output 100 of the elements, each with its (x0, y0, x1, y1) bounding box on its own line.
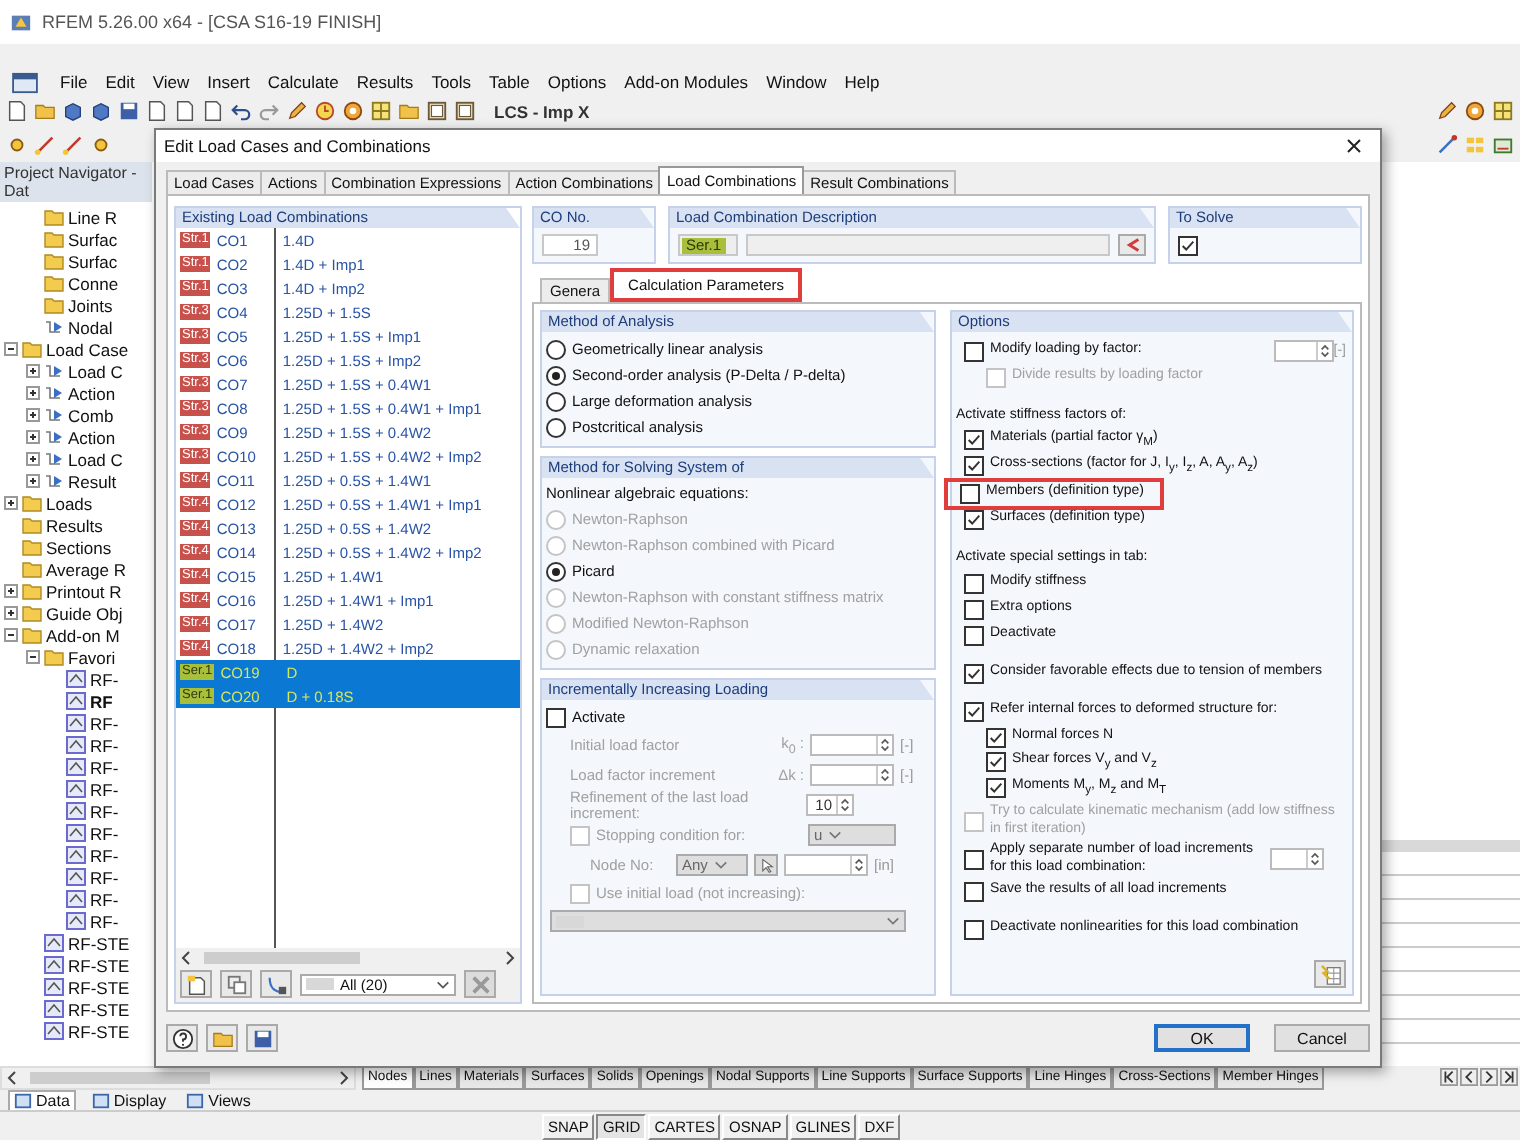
menu-item[interactable]: Window (766, 72, 827, 92)
tree-item[interactable]: Average R (46, 559, 127, 579)
tree-item[interactable]: Sections (46, 537, 112, 557)
collapse-icon[interactable] (26, 650, 40, 664)
tree-item[interactable]: Action (68, 383, 116, 403)
tree-item[interactable]: RF (90, 691, 113, 711)
target-icon[interactable] (342, 100, 364, 122)
next-icon[interactable] (1480, 1068, 1498, 1086)
copy-button[interactable] (220, 970, 252, 998)
window-icon[interactable] (1492, 133, 1514, 155)
horizontal-scrollbar[interactable] (0, 1066, 356, 1090)
grid-icon[interactable] (370, 100, 392, 122)
tree-item[interactable]: Printout R (46, 581, 122, 601)
tree-item[interactable]: Surfac (68, 229, 118, 249)
description-field[interactable] (746, 234, 1110, 256)
pencil-icon[interactable] (286, 100, 308, 122)
expand-icon[interactable] (26, 364, 40, 378)
tree-item[interactable]: Comb (68, 405, 114, 425)
tree-item[interactable]: RF- (90, 867, 119, 887)
clock-icon[interactable] (314, 100, 336, 122)
tree-item[interactable]: Action (68, 427, 116, 447)
expand-icon[interactable] (26, 386, 40, 400)
load-case-dropdown[interactable]: LCS - Imp X (482, 101, 590, 121)
checkbox[interactable] (964, 509, 984, 529)
expand-icon[interactable] (26, 452, 40, 466)
tree-item[interactable]: RF- (90, 911, 119, 931)
tree-item[interactable]: Joints (68, 295, 113, 315)
tree-item[interactable]: Line R (68, 207, 118, 227)
tree-item[interactable]: Favori (68, 647, 116, 667)
tree-item[interactable]: RF- (90, 669, 119, 689)
expand-icon[interactable] (26, 474, 40, 488)
horizontal-scrollbar[interactable] (176, 948, 520, 966)
menu-item[interactable]: Results (356, 72, 414, 92)
checkbox[interactable] (964, 625, 984, 645)
radio-button[interactable] (546, 339, 566, 359)
checkbox[interactable] (964, 919, 984, 939)
tree-item[interactable]: RF-STE (68, 977, 130, 997)
checkbox[interactable] (964, 881, 984, 901)
previous-icon[interactable] (1460, 1068, 1478, 1086)
radio-button[interactable] (546, 391, 566, 411)
tree-item[interactable]: Loads (46, 493, 93, 513)
checkbox[interactable] (964, 341, 984, 361)
expand-icon[interactable] (26, 408, 40, 422)
pencil-icon[interactable] (62, 133, 84, 155)
checkbox[interactable] (960, 483, 980, 503)
node-icon[interactable] (6, 133, 28, 155)
tree-item[interactable]: Nodal (68, 317, 113, 337)
document-icon[interactable] (6, 100, 28, 122)
expand-icon[interactable] (4, 606, 18, 620)
insert-button[interactable] (1118, 234, 1146, 256)
radio-button[interactable] (546, 365, 566, 385)
undo-icon[interactable] (230, 100, 252, 122)
checkbox[interactable] (986, 778, 1006, 799)
pencil-icon[interactable] (1436, 100, 1458, 122)
collapse-icon[interactable] (4, 628, 18, 642)
document-icon[interactable] (146, 100, 168, 122)
navigator-tab[interactable]: Views (182, 1091, 255, 1109)
pencil-icon[interactable] (34, 133, 56, 155)
checkbox[interactable] (964, 599, 984, 619)
chevron-left-icon[interactable] (176, 949, 196, 965)
tree-item[interactable]: Load C (68, 361, 123, 381)
help-button[interactable] (166, 1024, 198, 1052)
tree-item[interactable]: RF-STE (68, 1021, 130, 1041)
menu-item[interactable]: Tools (431, 72, 472, 92)
document-icon[interactable] (12, 71, 38, 93)
tree-item[interactable]: Result (68, 471, 117, 491)
spin-field[interactable] (1273, 340, 1334, 362)
tree-item[interactable]: RF- (90, 845, 119, 865)
spin-arrows-icon[interactable] (1306, 850, 1323, 868)
menu-item[interactable]: Help (844, 72, 880, 92)
expand-icon[interactable] (4, 584, 18, 598)
tree-item[interactable]: Add-on M (46, 625, 120, 645)
tree-item[interactable]: RF-STE (68, 955, 130, 975)
expand-icon[interactable] (26, 430, 40, 444)
tree-item[interactable]: RF- (90, 713, 119, 733)
menu-item[interactable]: Calculate (267, 72, 339, 92)
cube-icon[interactable] (90, 100, 112, 122)
menu-item[interactable]: Table (489, 72, 530, 92)
tree-item[interactable]: RF-STE (68, 933, 130, 953)
window-icon[interactable] (426, 100, 448, 122)
menu-item[interactable]: Add-on Modules (624, 72, 749, 92)
checkbox[interactable] (964, 701, 984, 721)
spin-field[interactable] (1269, 848, 1325, 870)
tree-item[interactable]: RF- (90, 801, 119, 821)
checkbox[interactable] (1178, 235, 1198, 255)
radio-button[interactable] (546, 417, 566, 437)
checkbox[interactable] (964, 573, 984, 593)
checkbox[interactable] (964, 663, 984, 683)
tree-item[interactable]: RF- (90, 757, 119, 777)
chevron-right-icon[interactable] (500, 949, 520, 965)
spin-arrows-icon[interactable] (1315, 342, 1332, 360)
checkbox[interactable] (964, 456, 984, 477)
document-icon[interactable] (202, 100, 224, 122)
checkbox[interactable] (964, 849, 984, 869)
tree-item[interactable]: Guide Obj (46, 603, 123, 623)
target-icon[interactable] (1464, 100, 1486, 122)
menu-item[interactable]: Edit (105, 72, 135, 92)
node-icon[interactable] (90, 133, 112, 155)
table-button[interactable] (1314, 960, 1346, 988)
pencil-icon[interactable] (1436, 133, 1458, 155)
